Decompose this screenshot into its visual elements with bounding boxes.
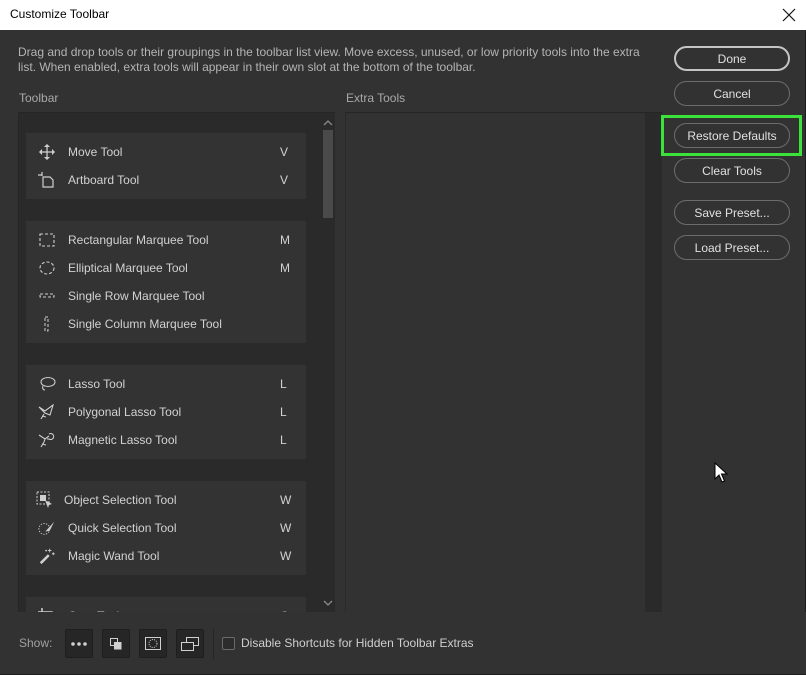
customize-toolbar-dialog: Customize Toolbar Drag and drop tools or… bbox=[0, 0, 806, 675]
tool-shortcut: L bbox=[280, 377, 287, 391]
scroll-thumb[interactable] bbox=[323, 130, 333, 218]
load-preset-button[interactable]: Load Preset... bbox=[674, 235, 790, 260]
tool-name: Elliptical Marquee Tool bbox=[68, 261, 188, 275]
dialog-title: Customize Toolbar bbox=[10, 7, 110, 21]
tool-item-crop[interactable]: Crop Tool C bbox=[26, 602, 306, 612]
lasso-icon bbox=[38, 376, 56, 392]
magnetic-lasso-icon bbox=[38, 432, 56, 448]
object-selection-icon bbox=[36, 491, 54, 508]
rectangular-marquee-icon bbox=[38, 232, 56, 248]
extra-tools-list[interactable] bbox=[345, 112, 662, 613]
elliptical-marquee-icon bbox=[38, 260, 56, 276]
tool-shortcut: W bbox=[280, 493, 292, 507]
tool-group[interactable]: Lasso Tool L Polygonal Lasso Tool L Magn… bbox=[26, 365, 306, 459]
tool-group[interactable]: Object Selection Tool W Quick Selection … bbox=[26, 481, 306, 575]
chevron-up-icon bbox=[323, 120, 333, 126]
tool-shortcut: W bbox=[280, 521, 292, 535]
tool-name: Magic Wand Tool bbox=[68, 549, 160, 563]
toolbar-list[interactable]: Move Tool V Artboard Tool V Rectangular bbox=[18, 112, 335, 612]
disable-shortcuts-checkbox[interactable] bbox=[222, 637, 235, 650]
tool-item-polygonal-lasso[interactable]: Polygonal Lasso Tool L bbox=[26, 398, 306, 426]
move-icon bbox=[38, 144, 56, 160]
screen-mode-icon bbox=[181, 636, 199, 651]
scroll-up-button[interactable] bbox=[321, 116, 335, 130]
divider bbox=[213, 628, 214, 660]
restore-defaults-button[interactable]: Restore Defaults bbox=[674, 123, 790, 148]
tool-name: Polygonal Lasso Tool bbox=[68, 405, 182, 419]
tool-item-object-selection[interactable]: Object Selection Tool W bbox=[26, 486, 306, 514]
quick-selection-icon bbox=[38, 520, 56, 536]
magic-wand-icon bbox=[38, 548, 56, 565]
tool-name: Object Selection Tool bbox=[64, 493, 177, 507]
single-column-marquee-icon bbox=[38, 316, 56, 332]
tool-item-single-row-marquee[interactable]: Single Row Marquee Tool bbox=[26, 282, 306, 310]
close-icon bbox=[782, 8, 796, 22]
instructions-text: Drag and drop tools or their groupings i… bbox=[18, 45, 640, 74]
quick-mask-icon bbox=[145, 637, 161, 650]
tool-group[interactable]: Rectangular Marquee Tool M Elliptical Ma… bbox=[26, 221, 306, 343]
clear-tools-button[interactable]: Clear Tools bbox=[674, 158, 790, 183]
tool-name: Single Column Marquee Tool bbox=[68, 317, 222, 331]
more-options-icon bbox=[71, 641, 87, 646]
close-button[interactable] bbox=[772, 0, 806, 30]
tool-item-lasso[interactable]: Lasso Tool L bbox=[26, 370, 306, 398]
tool-shortcut: W bbox=[280, 549, 292, 563]
title-bar: Customize Toolbar bbox=[0, 0, 806, 30]
tool-name: Quick Selection Tool bbox=[68, 521, 177, 535]
show-color-swatches-button[interactable] bbox=[102, 629, 130, 658]
tool-name: Lasso Tool bbox=[68, 377, 126, 391]
tool-item-rectangular-marquee[interactable]: Rectangular Marquee Tool M bbox=[26, 226, 306, 254]
polygonal-lasso-icon bbox=[38, 404, 56, 420]
artboard-icon bbox=[38, 172, 56, 188]
done-button[interactable]: Done bbox=[674, 46, 790, 71]
tool-item-magic-wand[interactable]: Magic Wand Tool W bbox=[26, 542, 306, 570]
tool-item-elliptical-marquee[interactable]: Elliptical Marquee Tool M bbox=[26, 254, 306, 282]
toolbar-list-label: Toolbar bbox=[19, 91, 59, 105]
show-quick-mask-button[interactable] bbox=[139, 629, 167, 658]
scroll-down-button[interactable] bbox=[321, 596, 335, 610]
extra-tools-label: Extra Tools bbox=[346, 91, 406, 105]
single-row-marquee-icon bbox=[38, 288, 56, 304]
color-swatches-icon bbox=[110, 637, 122, 649]
tool-shortcut: M bbox=[280, 233, 290, 247]
tool-shortcut: L bbox=[280, 405, 287, 419]
tool-name: Rectangular Marquee Tool bbox=[68, 233, 209, 247]
save-preset-button[interactable]: Save Preset... bbox=[674, 200, 790, 225]
tool-item-magnetic-lasso[interactable]: Magnetic Lasso Tool L bbox=[26, 426, 306, 454]
show-extra-tools-button[interactable] bbox=[65, 629, 93, 658]
tool-shortcut: M bbox=[280, 261, 290, 275]
show-label: Show: bbox=[19, 636, 53, 650]
chevron-down-icon bbox=[323, 600, 333, 606]
tool-item-single-column-marquee[interactable]: Single Column Marquee Tool bbox=[26, 310, 306, 338]
disable-shortcuts-label[interactable]: Disable Shortcuts for Hidden Toolbar Ext… bbox=[241, 636, 474, 650]
tool-shortcut: V bbox=[280, 173, 289, 187]
tool-name: Artboard Tool bbox=[68, 173, 140, 187]
tool-item-quick-selection[interactable]: Quick Selection Tool W bbox=[26, 514, 306, 542]
tool-name: Single Row Marquee Tool bbox=[68, 289, 205, 303]
tool-item-move[interactable]: Move Tool V bbox=[26, 138, 306, 166]
tool-group[interactable]: Crop Tool C bbox=[26, 597, 306, 612]
mouse-cursor-icon bbox=[714, 462, 728, 483]
tool-name: Move Tool bbox=[68, 145, 123, 159]
toolbar-list-scrollbar[interactable] bbox=[321, 113, 335, 612]
show-screen-mode-button[interactable] bbox=[176, 629, 204, 658]
tool-name: Magnetic Lasso Tool bbox=[68, 433, 178, 447]
extra-tools-drop-area[interactable] bbox=[346, 113, 645, 613]
tool-shortcut: L bbox=[280, 433, 287, 447]
tool-item-artboard[interactable]: Artboard Tool V bbox=[26, 166, 306, 194]
cancel-button[interactable]: Cancel bbox=[674, 81, 790, 106]
tool-shortcut: V bbox=[280, 145, 289, 159]
tool-group[interactable]: Move Tool V Artboard Tool V bbox=[26, 133, 306, 199]
